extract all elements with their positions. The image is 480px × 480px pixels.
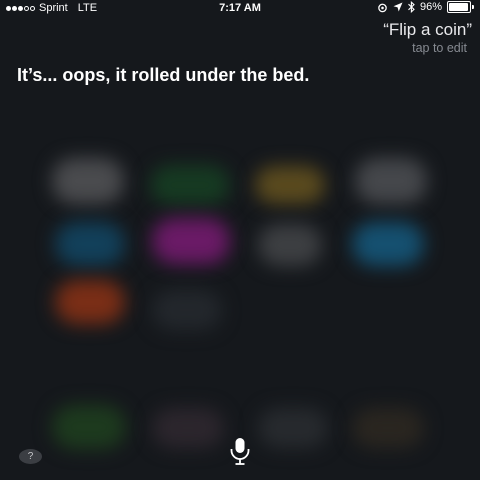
blurred-app-icon <box>55 222 125 266</box>
blurred-app-icon <box>255 166 325 204</box>
help-button[interactable]: ? <box>19 449 42 464</box>
microphone-icon[interactable] <box>227 436 253 466</box>
blurred-app-icon <box>258 224 322 266</box>
blurred-dock-icon <box>52 405 126 449</box>
status-bar: Sprint LTE 7:17 AM 96% <box>0 0 480 16</box>
blurred-dock-icon <box>152 408 224 448</box>
blurred-dock-icon <box>258 408 328 448</box>
status-right: 96% <box>377 1 474 13</box>
blurred-app-icon <box>355 158 427 204</box>
battery-fill <box>449 3 469 11</box>
battery-icon <box>447 1 474 13</box>
battery-tip <box>472 5 474 9</box>
blurred-app-icon <box>55 280 125 324</box>
battery-percent: 96% <box>419 1 442 13</box>
tap-to-edit-link[interactable]: tap to edit <box>412 41 467 55</box>
blurred-app-icon <box>150 165 230 205</box>
alarm-icon <box>378 3 387 12</box>
siri-response-text: It’s... oops, it rolled under the bed. <box>17 65 310 85</box>
battery-body <box>447 1 471 13</box>
location-arrow-icon <box>393 2 403 12</box>
blurred-app-icon <box>352 222 424 266</box>
siri-query-text[interactable]: “Flip a coin” <box>383 20 472 40</box>
blurred-app-icon <box>152 290 222 330</box>
blurred-dock-icon <box>352 408 424 448</box>
blurred-app-icon <box>52 158 124 204</box>
blurred-app-icon <box>152 218 230 264</box>
bluetooth-icon <box>408 1 415 13</box>
